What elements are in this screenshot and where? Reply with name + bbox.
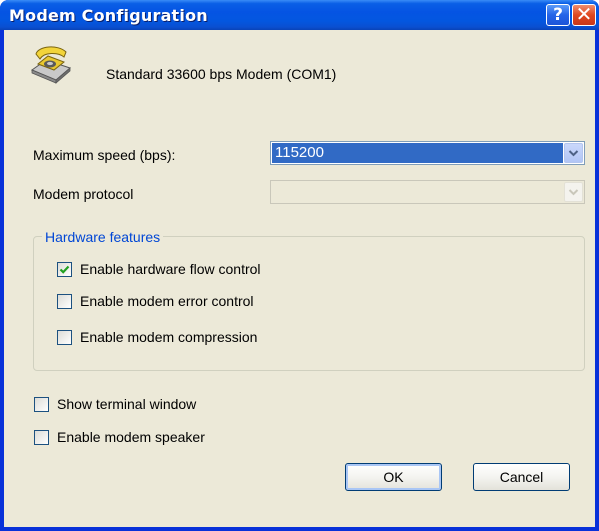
chevron-down-icon — [568, 189, 579, 196]
max-speed-label: Maximum speed (bps): — [33, 147, 176, 163]
modem-error-control-label[interactable]: Enable modem error control — [80, 293, 254, 309]
max-speed-value: 115200 — [272, 143, 563, 163]
ok-button[interactable]: OK — [345, 463, 442, 491]
hardware-features-legend: Hardware features — [42, 229, 164, 245]
modem-protocol-select[interactable] — [270, 180, 585, 204]
chevron-down-icon — [568, 150, 579, 157]
window-title: Modem Configuration — [9, 6, 208, 25]
modem-protocol-dropdown-button[interactable] — [564, 182, 583, 202]
hardware-flow-control-checkbox[interactable] — [57, 262, 72, 277]
show-terminal-window-label[interactable]: Show terminal window — [57, 396, 196, 412]
modem-error-control-checkbox[interactable] — [57, 294, 72, 309]
help-button[interactable]: ? — [546, 4, 570, 26]
hardware-flow-control-label[interactable]: Enable hardware flow control — [80, 261, 261, 277]
window-frame-bottom — [0, 527, 599, 531]
modem-compression-label[interactable]: Enable modem compression — [80, 329, 257, 345]
modem-compression-checkbox[interactable] — [57, 330, 72, 345]
close-button[interactable]: ✕ — [572, 4, 596, 26]
checkmark-icon — [59, 265, 70, 274]
modem-speaker-label[interactable]: Enable modem speaker — [57, 429, 205, 445]
modem-speaker-checkbox[interactable] — [34, 430, 49, 445]
max-speed-dropdown-button[interactable] — [564, 143, 583, 163]
max-speed-select[interactable]: 115200 — [270, 141, 585, 165]
modem-name: Standard 33600 bps Modem (COM1) — [106, 66, 337, 82]
cancel-button[interactable]: Cancel — [473, 463, 570, 491]
show-terminal-window-checkbox[interactable] — [34, 397, 49, 412]
telephone-modem-icon — [30, 46, 71, 84]
title-bar[interactable]: Modem Configuration ? ✕ — [0, 0, 599, 30]
modem-protocol-label: Modem protocol — [33, 186, 134, 202]
